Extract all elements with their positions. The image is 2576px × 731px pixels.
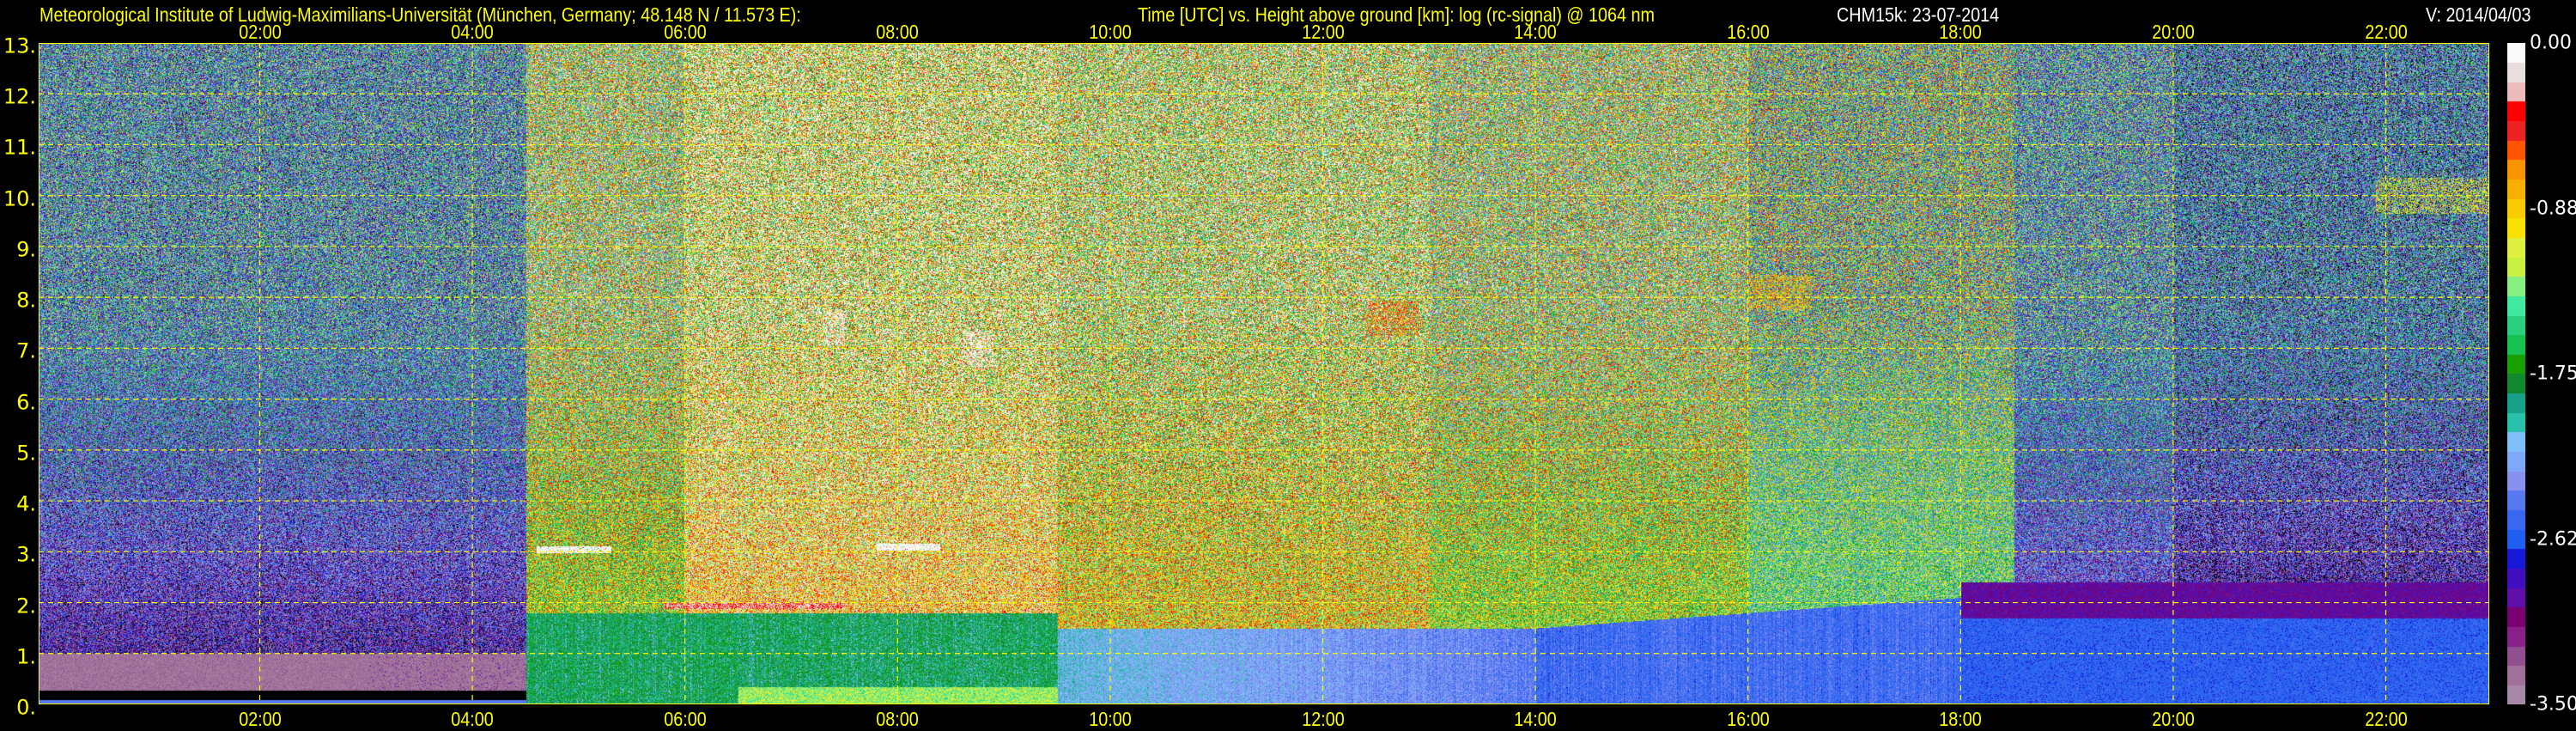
x-tick-label: 22:00 — [2364, 708, 2408, 730]
colorbar-tick-label: -1.75 — [2530, 362, 2576, 385]
y-tick-label: 13. — [3, 34, 36, 58]
x-tick-label: 10:00 — [1089, 708, 1132, 730]
colorbar-tick-label: -3.50 — [2530, 693, 2576, 716]
colorbar — [2507, 43, 2525, 704]
colorbar-tick-label: -0.88 — [2530, 198, 2576, 219]
y-tick-label: 5. — [16, 441, 36, 466]
x-tick-label: 02:00 — [238, 21, 282, 43]
y-tick-label: 8. — [16, 288, 36, 313]
x-tick-label: 20:00 — [2152, 21, 2195, 43]
y-tick-label: 3. — [16, 542, 36, 567]
x-tick-label: 14:00 — [1514, 708, 1557, 730]
x-tick-label: 20:00 — [2152, 708, 2195, 730]
y-tick-label: 6. — [16, 390, 36, 415]
x-tick-label: 14:00 — [1514, 21, 1557, 43]
x-tick-label: 16:00 — [1726, 708, 1770, 730]
x-tick-label: 02:00 — [238, 708, 282, 730]
x-tick-label: 16:00 — [1726, 21, 1770, 43]
x-tick-label: 18:00 — [1939, 21, 1983, 43]
x-tick-label: 04:00 — [451, 708, 494, 730]
x-tick-label: 08:00 — [876, 21, 920, 43]
x-tick-label: 10:00 — [1089, 21, 1132, 43]
version-label: V: 2014/04/03 — [2426, 3, 2531, 26]
x-tick-label: 22:00 — [2364, 21, 2408, 43]
y-tick-label: 12. — [3, 84, 36, 109]
x-tick-label: 06:00 — [663, 708, 707, 730]
y-tick-label: 1. — [16, 644, 36, 669]
y-tick-label: 4. — [16, 491, 36, 516]
y-tick-label: 0. — [16, 695, 36, 720]
x-tick-label: 08:00 — [876, 708, 920, 730]
x-tick-label: 12:00 — [1301, 708, 1345, 730]
lidar-backscatter-heatmap — [39, 43, 2489, 704]
x-tick-label: 06:00 — [663, 21, 707, 43]
x-tick-label: 12:00 — [1301, 21, 1345, 43]
y-tick-label: 10. — [3, 186, 36, 211]
colorbar-tick-label: -2.62 — [2530, 528, 2576, 550]
y-tick-label: 2. — [16, 594, 36, 618]
y-tick-label: 11. — [3, 136, 36, 161]
y-tick-label: 7. — [16, 338, 36, 363]
x-tick-label: 18:00 — [1939, 708, 1983, 730]
colorbar-tick-label: 0.00 — [2530, 32, 2572, 54]
x-tick-label: 04:00 — [451, 21, 494, 43]
y-tick-label: 9. — [16, 237, 36, 262]
plot-title: Time [UTC] vs. Height above ground [km]:… — [1138, 3, 1655, 26]
